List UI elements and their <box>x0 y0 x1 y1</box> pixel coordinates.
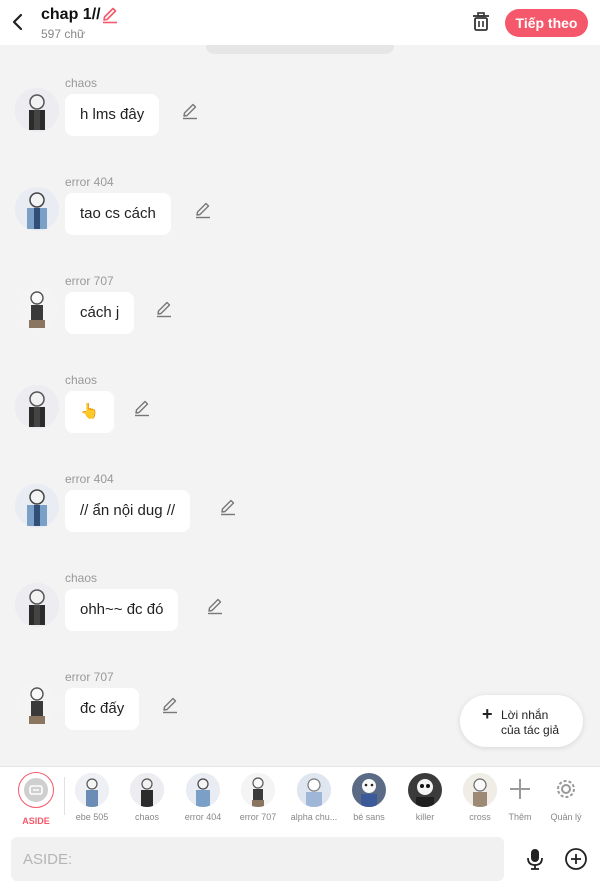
character-label: chaos <box>134 812 160 822</box>
character-label: error 404 <box>184 812 222 822</box>
message-author: chaos <box>65 76 98 90</box>
character-item[interactable]: alpha chu... <box>286 773 342 822</box>
avatar[interactable] <box>15 286 59 330</box>
chapter-title: chap 1// <box>41 6 101 23</box>
avatar[interactable] <box>15 385 59 429</box>
character-item[interactable]: ebe 505 <box>64 773 120 822</box>
add-character-label: Thêm <box>508 812 532 822</box>
character-label: bé sans <box>353 812 385 822</box>
edit-title-icon[interactable] <box>101 6 119 24</box>
message-input[interactable] <box>11 837 504 881</box>
plus-icon <box>510 779 530 799</box>
character-label: ebe 505 <box>75 812 109 822</box>
avatar[interactable] <box>15 484 59 528</box>
word-count: 597 chữ <box>41 27 86 41</box>
message-bubble[interactable]: cách j <box>65 292 135 334</box>
chat-message: chaos 👆 <box>0 373 600 453</box>
edit-message-icon[interactable] <box>206 597 224 615</box>
avatar[interactable] <box>15 88 59 132</box>
avatar[interactable] <box>15 682 59 726</box>
next-button[interactable]: Tiếp theo <box>505 9 588 37</box>
message-author: error 404 <box>65 472 114 486</box>
message-author: error 707 <box>65 670 114 684</box>
character-label: error 707 <box>239 812 277 822</box>
avatar <box>408 773 442 807</box>
character-label: ASIDE <box>22 816 50 826</box>
edit-message-icon[interactable] <box>155 300 173 318</box>
manage-characters-label: Quản lý <box>550 812 582 822</box>
avatar <box>463 773 497 807</box>
character-item[interactable]: bé sans <box>341 773 397 822</box>
chat-message: error 404 // ẩn nội dug // <box>0 472 600 552</box>
message-bubble[interactable]: 👆 <box>65 391 114 433</box>
add-circle-icon[interactable] <box>564 847 588 871</box>
character-aside[interactable]: ASIDE <box>15 772 57 826</box>
character-item[interactable]: killer <box>397 773 453 822</box>
character-label: killer <box>415 812 435 822</box>
avatar <box>186 773 220 807</box>
back-arrow-icon[interactable] <box>8 10 30 34</box>
aside-icon <box>18 772 54 808</box>
add-character-button[interactable]: Thêm <box>500 773 540 822</box>
edit-message-icon[interactable] <box>219 498 237 516</box>
character-label: alpha chu... <box>290 812 338 822</box>
plus-icon: + <box>482 704 493 724</box>
message-bubble[interactable]: đc đấy <box>65 688 140 730</box>
edit-message-icon[interactable] <box>133 399 151 417</box>
avatar <box>75 773 109 807</box>
avatar <box>352 773 386 807</box>
character-bar: ASIDE ebe 505 chaos error 404 error 707 … <box>0 766 600 830</box>
manage-characters-button[interactable]: Quản lý <box>546 773 586 822</box>
message-bubble[interactable]: h lms đây <box>65 94 160 136</box>
microphone-icon[interactable] <box>524 847 546 871</box>
gear-icon <box>557 780 575 798</box>
message-bubble[interactable]: tao cs cách <box>65 193 171 235</box>
chat-message: chaos ohh~~ đc đó <box>0 571 600 651</box>
chat-message: error 707 cách j <box>0 274 600 354</box>
message-author: error 707 <box>65 274 114 288</box>
avatar[interactable] <box>15 187 59 231</box>
message-bubble[interactable]: ohh~~ đc đó <box>65 589 179 631</box>
character-item[interactable]: error 707 <box>230 773 286 822</box>
avatar[interactable] <box>15 583 59 627</box>
chat-message: error 404 tao cs cách <box>0 175 600 255</box>
author-note-label-line2: của tác giả <box>501 723 560 737</box>
avatar <box>241 773 275 807</box>
author-note-button[interactable]: + Lời nhắn của tác giả <box>460 695 583 747</box>
edit-message-icon[interactable] <box>161 696 179 714</box>
chat-message: chaos h lms đây <box>0 76 600 156</box>
author-note-label-line1: Lời nhắn <box>501 708 549 722</box>
edit-message-icon[interactable] <box>181 102 199 120</box>
trash-icon[interactable] <box>470 10 492 34</box>
character-item[interactable]: chaos <box>119 773 175 822</box>
message-bubble[interactable]: // ẩn nội dug // <box>65 490 191 532</box>
composer <box>0 830 600 888</box>
character-item[interactable]: error 404 <box>175 773 231 822</box>
message-author: chaos <box>65 373 98 387</box>
edit-message-icon[interactable] <box>194 201 212 219</box>
top-bar: chap 1// 597 chữ Tiếp theo <box>0 0 600 45</box>
avatar <box>130 773 164 807</box>
scroll-handle <box>206 45 394 54</box>
message-author: chaos <box>65 571 98 585</box>
avatar <box>297 773 331 807</box>
message-author: error 404 <box>65 175 114 189</box>
